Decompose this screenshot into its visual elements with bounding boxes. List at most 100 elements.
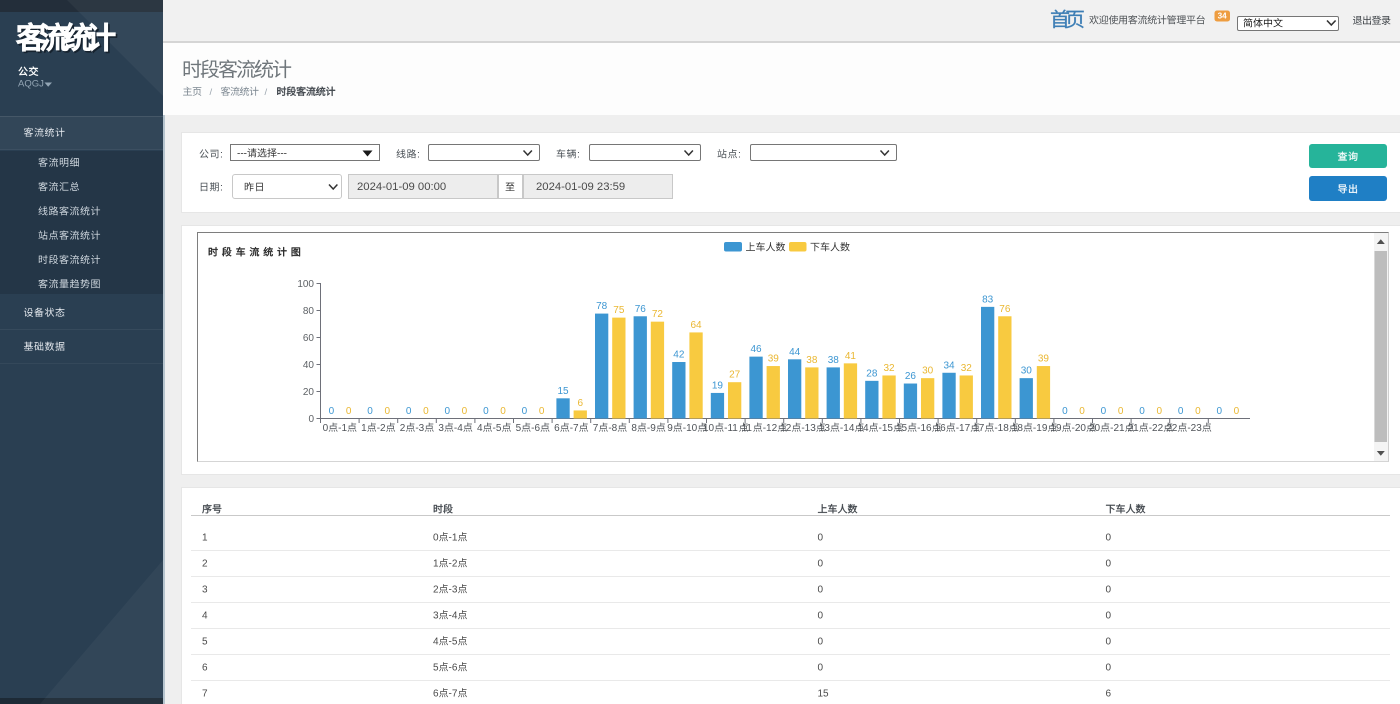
svg-text:-9: -9 [647, 423, 656, 434]
svg-text:-15: -15 [879, 423, 894, 434]
svg-text:8: 8 [631, 423, 637, 434]
svg-text:15: 15 [557, 386, 569, 397]
svg-text:-12: -12 [763, 423, 778, 434]
svg-text:-16: -16 [917, 423, 932, 434]
svg-text:41: 41 [845, 351, 857, 362]
svg-text:64: 64 [690, 320, 702, 331]
svg-text:-2: -2 [449, 559, 458, 570]
svg-text:38: 38 [806, 355, 818, 366]
svg-text:22: 22 [1166, 423, 1178, 434]
svg-text:100: 100 [297, 279, 314, 290]
svg-text:2: 2 [400, 423, 406, 434]
svg-text:18: 18 [1012, 423, 1024, 434]
svg-text:20: 20 [1089, 423, 1101, 434]
svg-text:12: 12 [780, 423, 792, 434]
svg-text:0: 0 [1079, 406, 1085, 417]
svg-text:14: 14 [857, 423, 869, 434]
svg-text:-2: -2 [377, 423, 386, 434]
svg-text:0: 0 [1106, 559, 1112, 570]
svg-text:1: 1 [361, 423, 367, 434]
svg-text:21: 21 [1128, 423, 1140, 434]
svg-text:76: 76 [999, 304, 1011, 315]
svg-text:-14: -14 [840, 423, 855, 434]
svg-text:0: 0 [818, 663, 824, 674]
svg-text:-6: -6 [531, 423, 540, 434]
svg-text:0: 0 [818, 637, 824, 648]
svg-text:60: 60 [303, 333, 315, 344]
svg-text:15: 15 [818, 689, 830, 700]
svg-text:83: 83 [982, 294, 994, 305]
svg-text:3: 3 [202, 585, 208, 596]
svg-text:17: 17 [973, 423, 985, 434]
svg-text:13: 13 [819, 423, 831, 434]
svg-text:---: --- [237, 149, 247, 160]
svg-text:-1: -1 [338, 423, 347, 434]
svg-text:-10: -10 [683, 423, 698, 434]
svg-text:-5: -5 [493, 423, 502, 434]
svg-text:7: 7 [202, 689, 208, 700]
svg-text:2: 2 [202, 559, 208, 570]
svg-text:44: 44 [789, 347, 801, 358]
svg-text:6: 6 [554, 423, 560, 434]
svg-text:15: 15 [896, 423, 908, 434]
svg-text:40: 40 [303, 360, 315, 371]
svg-text:2024-01-09 23:59: 2024-01-09 23:59 [536, 181, 625, 193]
svg-text:38: 38 [828, 355, 840, 366]
svg-text:0: 0 [1216, 406, 1222, 417]
svg-text:-23: -23 [1187, 423, 1202, 434]
svg-text:30: 30 [922, 366, 934, 377]
svg-text:72: 72 [652, 309, 664, 320]
svg-text::: : [577, 149, 580, 161]
svg-text:-20: -20 [1072, 423, 1087, 434]
svg-text:2024-01-09 00:00: 2024-01-09 00:00 [357, 181, 446, 193]
svg-text:46: 46 [750, 344, 762, 355]
svg-text:32: 32 [961, 363, 973, 374]
svg-text:20: 20 [303, 387, 315, 398]
svg-text:0: 0 [462, 406, 468, 417]
svg-text:0: 0 [1106, 637, 1112, 648]
svg-text:0: 0 [406, 406, 412, 417]
svg-text:11: 11 [742, 423, 753, 434]
svg-text:0: 0 [384, 406, 390, 417]
svg-text:30: 30 [1021, 366, 1033, 377]
svg-text:32: 32 [883, 363, 895, 374]
svg-text:0: 0 [818, 559, 824, 570]
svg-text:-18: -18 [994, 423, 1009, 434]
svg-text:39: 39 [768, 354, 780, 365]
svg-text:-4: -4 [449, 611, 458, 622]
svg-text:0: 0 [329, 406, 335, 417]
svg-text::: : [220, 182, 223, 194]
svg-text:9: 9 [667, 423, 673, 434]
svg-text:2: 2 [433, 585, 439, 596]
svg-text:-21: -21 [1110, 423, 1125, 434]
svg-text:-5: -5 [449, 637, 458, 648]
svg-text:0: 0 [1101, 406, 1107, 417]
svg-text:0: 0 [539, 406, 545, 417]
svg-text:27: 27 [729, 370, 741, 381]
svg-text:78: 78 [596, 301, 608, 312]
svg-text:-11: -11 [724, 423, 738, 434]
svg-text:6: 6 [202, 663, 208, 674]
svg-text:10: 10 [703, 423, 715, 434]
svg-text:-6: -6 [449, 663, 458, 674]
svg-text:5: 5 [516, 423, 522, 434]
svg-text:7: 7 [593, 423, 599, 434]
svg-text:0: 0 [1062, 406, 1068, 417]
svg-text:0: 0 [1156, 406, 1162, 417]
svg-text:0: 0 [1106, 585, 1112, 596]
svg-text:-19: -19 [1033, 423, 1048, 434]
svg-text:4: 4 [477, 423, 483, 434]
svg-text:0: 0 [818, 585, 824, 596]
svg-text:0: 0 [346, 406, 352, 417]
svg-text:0: 0 [308, 414, 314, 425]
svg-text:-4: -4 [454, 423, 463, 434]
svg-text:-13: -13 [801, 423, 816, 434]
svg-text:0: 0 [433, 533, 439, 544]
svg-text:0: 0 [1234, 406, 1240, 417]
svg-text:0: 0 [1106, 663, 1112, 674]
svg-text:39: 39 [1038, 354, 1050, 365]
svg-text:-3: -3 [415, 423, 424, 434]
svg-text:AQGJ: AQGJ [18, 79, 44, 90]
svg-text:0: 0 [367, 406, 373, 417]
svg-text:0: 0 [483, 406, 489, 417]
